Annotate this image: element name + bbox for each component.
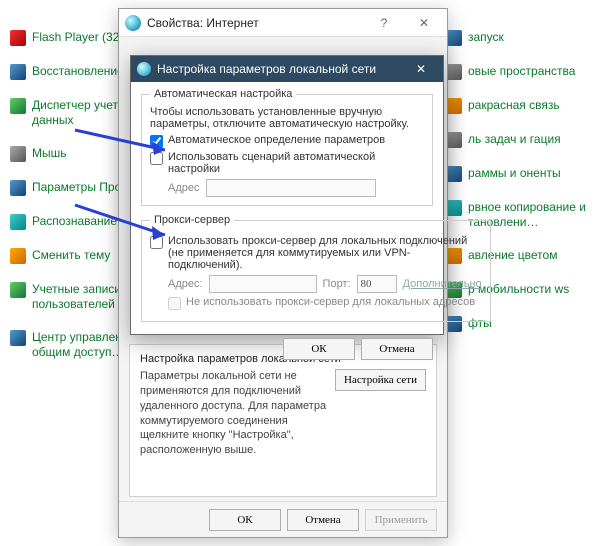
control-panel-item[interactable]: ракрасная связь [446,98,596,114]
control-panel-icon [10,146,26,162]
control-panel-icon [446,30,462,46]
proxy-port-label: Порт: [323,278,351,290]
use-proxy-label: Использовать прокси-сервер для локальных… [168,235,482,271]
control-panel-label: запуск [468,30,504,45]
cancel-button[interactable]: Отмена [361,338,433,360]
auto-config-desc: Чтобы использовать установленные вручную… [150,106,424,130]
lan-settings-button[interactable]: Настройка сети [335,369,426,391]
lan-settings-button-row: ОК Отмена [131,330,443,370]
internet-options-button-row: ОК Отмена Применить [119,501,447,537]
control-panel-icon [446,98,462,114]
control-panel-item[interactable]: запуск [446,30,596,46]
internet-options-titlebar[interactable]: Свойства: Интернет ? ✕ [119,9,447,37]
auto-detect-label: Автоматическое определение параметров [168,134,385,146]
auto-script-row[interactable]: Использовать сценарий автоматической нас… [150,151,424,175]
control-panel-icon [10,98,26,114]
close-button[interactable]: ✕ [405,59,437,79]
bypass-local-row: Не использовать прокси-сервер для локаль… [168,296,482,310]
lan-settings-titlebar[interactable]: Настройка параметров локальной сети ✕ [131,56,443,82]
apply-button[interactable]: Применить [365,509,437,531]
proxy-port-input [357,275,397,293]
proxy-address-input [209,275,317,293]
control-panel-icon [446,166,462,182]
control-panel-icon [10,214,26,230]
control-panel-icon [10,64,26,80]
script-address-label: Адрес [168,182,200,194]
proxy-address-label: Адрес: [168,278,203,290]
ok-button[interactable]: ОК [283,338,355,360]
globe-icon [125,15,141,31]
control-panel-icon [10,30,26,46]
use-proxy-row[interactable]: Использовать прокси-сервер для локальных… [150,235,482,271]
proxy-advanced-link: Дополнительно [403,278,482,290]
use-proxy-checkbox[interactable] [150,236,163,249]
control-panel-icon [10,330,26,346]
control-panel-label: раммы и оненты [468,166,561,181]
control-panel-icon [446,132,462,148]
control-panel-item[interactable]: раммы и оненты [446,166,596,182]
control-panel-icon [446,64,462,80]
close-button[interactable]: ✕ [407,12,441,34]
bypass-local-checkbox [168,297,181,310]
cancel-button[interactable]: Отмена [287,509,359,531]
auto-script-label: Использовать сценарий автоматической нас… [168,151,424,175]
control-panel-label: овые пространства [468,64,575,79]
help-button[interactable]: ? [367,12,401,34]
internet-options-title: Свойства: Интернет [147,16,259,30]
auto-config-legend: Автоматическая настройка [150,88,296,100]
control-panel-icon [10,180,26,196]
globe-icon [137,62,151,76]
lan-section-text: Параметры локальной сети не применяются … [140,369,327,458]
control-panel-label: Мышь [32,146,67,161]
ok-button[interactable]: ОК [209,509,281,531]
proxy-legend: Прокси-сервер [150,214,234,226]
control-panel-icon [10,282,26,298]
control-panel-label: Сменить тему [32,248,110,263]
control-panel-label: Восстановление [32,64,124,79]
auto-script-checkbox[interactable] [150,152,163,165]
control-panel-label: ль задач и гация [468,132,561,147]
control-panel-label: ракрасная связь [468,98,560,113]
control-panel-item[interactable]: ль задач и гация [446,132,596,148]
auto-detect-checkbox[interactable] [150,135,163,148]
lan-settings-dialog: Настройка параметров локальной сети ✕ Ав… [130,55,444,335]
control-panel-icon [10,248,26,264]
bypass-local-label: Не использовать прокси-сервер для локаль… [186,296,475,308]
proxy-group: Прокси-сервер Использовать прокси-сервер… [141,214,491,322]
auto-config-group: Автоматическая настройка Чтобы использов… [141,88,433,206]
lan-settings-title: Настройка параметров локальной сети [157,62,376,76]
auto-detect-row[interactable]: Автоматическое определение параметров [150,134,424,148]
control-panel-item[interactable]: овые пространства [446,64,596,80]
script-address-input [206,179,376,197]
